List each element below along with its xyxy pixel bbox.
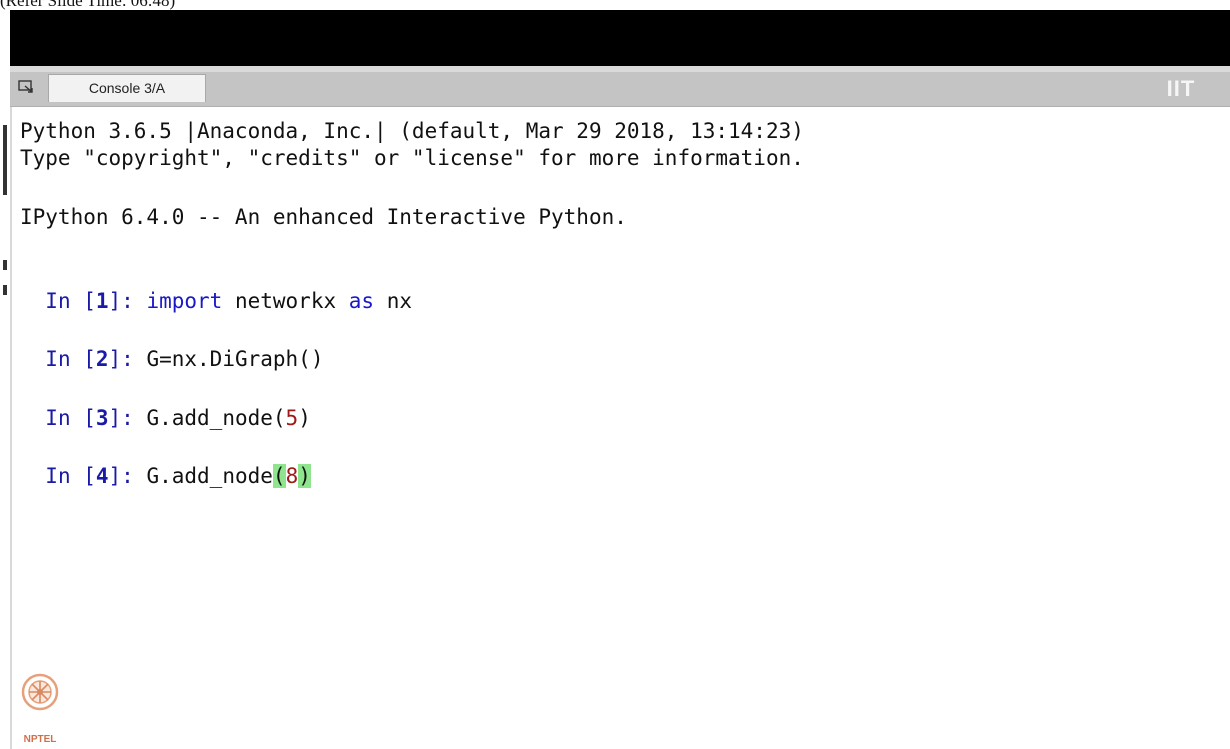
code-number-literal: 5 <box>285 406 299 430</box>
code-text: nx <box>374 289 412 313</box>
console-banner-line: Python 3.6.5 |Anaconda, Inc.| (default, … <box>20 119 804 143</box>
console-cell-3[interactable]: In [3]: G.add_node(5) <box>20 379 311 431</box>
margin-mark <box>3 125 7 195</box>
margin-mark <box>3 260 7 270</box>
code-text: G.add_node( <box>146 406 286 430</box>
tab-console-3a[interactable]: Console 3/A <box>48 74 206 102</box>
input-prompt: In [4]: <box>45 464 147 488</box>
code-keyword: import <box>146 289 223 313</box>
input-prompt: In [3]: <box>45 406 147 430</box>
matching-bracket-highlight: ) <box>298 464 311 488</box>
input-prompt: In [2]: <box>45 347 147 371</box>
console-tab-bar: Console 3/A <box>10 66 1230 107</box>
console-cell-1[interactable]: In [1]: import networkx as nx <box>20 262 412 314</box>
code-text: networkx <box>222 289 349 313</box>
console-banner-line: IPython 6.4.0 -- An enhanced Interactive… <box>20 205 627 229</box>
console-cell-4-active-input[interactable]: In [4]: G.add_node(8) <box>20 437 311 489</box>
code-keyword: as <box>348 289 375 313</box>
code-text: G=nx.DiGraph() <box>146 347 324 371</box>
code-text: ) <box>298 406 311 430</box>
video-top-band <box>10 10 1230 66</box>
code-text: G.add_node <box>146 464 273 488</box>
console-cell-2[interactable]: In [2]: G=nx.DiGraph() <box>20 320 323 372</box>
nptel-logo-label: NPTEL <box>23 734 57 745</box>
input-prompt: In [1]: <box>45 289 147 313</box>
slide-caption: (Refer Slide Time: 06:48) <box>0 0 176 10</box>
matching-bracket-highlight: ( <box>272 464 286 488</box>
tab-bar-highlight <box>10 66 1230 72</box>
code-number-literal: 8 <box>285 464 299 488</box>
margin-mark <box>3 285 7 295</box>
console-banner-line: Type "copyright", "credits" or "license"… <box>20 146 804 170</box>
console-left-border <box>10 107 12 749</box>
window-undock-icon[interactable] <box>18 79 34 93</box>
